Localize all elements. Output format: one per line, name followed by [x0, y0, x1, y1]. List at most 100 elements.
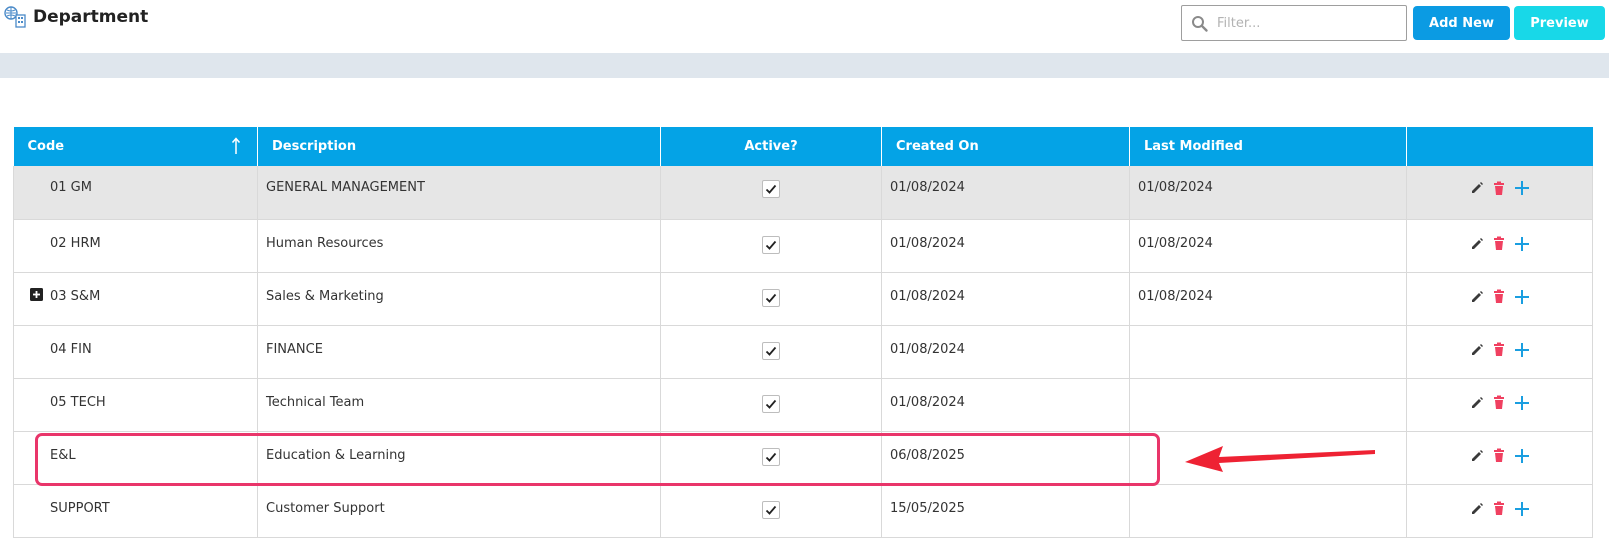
cell-description: GENERAL MANAGEMENT: [257, 166, 661, 220]
cell-last-modified: 01/08/2024: [1129, 166, 1407, 220]
pencil-icon[interactable]: [1470, 502, 1484, 516]
expand-plus-icon[interactable]: [30, 287, 43, 301]
cell-actions: [1406, 431, 1593, 485]
table-row[interactable]: 01 GM GENERAL MANAGEMENT 01/08/2024 01/08/2…: [13, 166, 1593, 220]
filter-input[interactable]: [1215, 7, 1403, 39]
column-header-label: Code: [27, 139, 65, 154]
table-row[interactable]: 02 HRM Human Resources 01/08/2024 01/08/202…: [13, 219, 1593, 273]
table-header-row: Code Description Active? Created On Last…: [13, 127, 1593, 166]
cell-actions: [1406, 378, 1593, 432]
table-row[interactable]: 04 FIN FINANCE 01/08/2024: [13, 325, 1593, 379]
cell-active: [660, 166, 882, 220]
cell-active: [660, 378, 882, 432]
add-new-button[interactable]: Add New: [1413, 6, 1510, 40]
code-text: 05 TECH: [50, 394, 106, 410]
cell-description: Sales & Marketing: [257, 272, 661, 326]
column-header-last-modified[interactable]: Last Modified: [1129, 127, 1407, 166]
plus-icon[interactable]: [1514, 501, 1530, 517]
cell-last-modified: 01/08/2024: [1129, 272, 1407, 326]
page-header: Department Add New Preview: [0, 0, 1609, 53]
column-header-code[interactable]: Code: [13, 127, 258, 166]
column-header-description[interactable]: Description: [257, 127, 661, 166]
pencil-icon[interactable]: [1470, 343, 1484, 357]
code-text: 01 GM: [50, 180, 92, 195]
toolbar-band: [0, 53, 1609, 78]
cell-description: Customer Support: [257, 484, 661, 538]
code-text: 03 S&M: [50, 288, 101, 304]
department-icon: [3, 5, 27, 29]
cell-created-on: 01/08/2024: [881, 272, 1130, 326]
code-text: E&L: [50, 447, 76, 463]
cell-active: [660, 219, 882, 273]
active-checkbox[interactable]: [762, 447, 780, 466]
cell-last-modified: [1129, 378, 1407, 432]
table-row[interactable]: E&L Education & Learning 06/08/2025: [13, 431, 1593, 485]
pencil-icon[interactable]: [1470, 396, 1484, 410]
sort-ascending-icon[interactable]: [231, 137, 241, 155]
trash-icon[interactable]: [1492, 395, 1506, 410]
department-table: Code Description Active? Created On Last…: [13, 127, 1593, 538]
cell-code: 04 FIN: [13, 325, 258, 379]
active-checkbox[interactable]: [762, 235, 780, 254]
cell-active: [660, 272, 882, 326]
cell-description: Technical Team: [257, 378, 661, 432]
trash-icon[interactable]: [1492, 236, 1506, 251]
trash-icon[interactable]: [1492, 501, 1506, 516]
table-row[interactable]: 05 TECH Technical Team 01/08/2024: [13, 378, 1593, 432]
cell-created-on: 15/05/2025: [881, 484, 1130, 538]
cell-code: 03 S&M: [13, 272, 258, 326]
plus-icon[interactable]: [1514, 289, 1530, 305]
pencil-icon[interactable]: [1470, 237, 1484, 251]
trash-icon[interactable]: [1492, 342, 1506, 357]
cell-created-on: 01/08/2024: [881, 325, 1130, 379]
active-checkbox[interactable]: [762, 394, 780, 413]
table-row[interactable]: SUPPORT Customer Support 15/05/2025: [13, 484, 1593, 538]
active-checkbox[interactable]: [762, 180, 780, 198]
cell-active: [660, 431, 882, 485]
cell-code: SUPPORT: [13, 484, 258, 538]
cell-actions: [1406, 272, 1593, 326]
pencil-icon[interactable]: [1470, 449, 1484, 463]
pencil-icon[interactable]: [1470, 290, 1484, 304]
trash-icon[interactable]: [1492, 181, 1506, 196]
cell-actions: [1406, 484, 1593, 538]
plus-icon[interactable]: [1514, 342, 1530, 358]
cell-created-on: 01/08/2024: [881, 219, 1130, 273]
plus-icon[interactable]: [1514, 236, 1530, 252]
active-checkbox[interactable]: [762, 341, 780, 360]
cell-created-on: 01/08/2024: [881, 378, 1130, 432]
cell-code: E&L: [13, 431, 258, 485]
preview-button[interactable]: Preview: [1514, 6, 1605, 40]
cell-active: [660, 484, 882, 538]
plus-icon[interactable]: [1514, 448, 1530, 464]
cell-description: FINANCE: [257, 325, 661, 379]
pencil-icon[interactable]: [1470, 181, 1484, 195]
cell-last-modified: [1129, 431, 1407, 485]
cell-last-modified: [1129, 484, 1407, 538]
plus-icon[interactable]: [1514, 395, 1530, 411]
cell-created-on: 06/08/2025: [881, 431, 1130, 485]
table-row[interactable]: 03 S&M Sales & Marketing 01/08/2024 01/08/2…: [13, 272, 1593, 326]
column-header-actions: [1406, 127, 1593, 166]
code-text: 04 FIN: [50, 341, 92, 357]
cell-actions: [1406, 219, 1593, 273]
plus-icon[interactable]: [1514, 180, 1530, 196]
filter-field[interactable]: [1181, 5, 1407, 41]
cell-code: 02 HRM: [13, 219, 258, 273]
active-checkbox[interactable]: [762, 500, 780, 519]
cell-description: Education & Learning: [257, 431, 661, 485]
cell-last-modified: 01/08/2024: [1129, 219, 1407, 273]
column-header-created-on[interactable]: Created On: [881, 127, 1130, 166]
trash-icon[interactable]: [1492, 448, 1506, 463]
trash-icon[interactable]: [1492, 289, 1506, 304]
page-title: Department: [33, 7, 149, 27]
cell-active: [660, 325, 882, 379]
cell-last-modified: [1129, 325, 1407, 379]
cell-code: 05 TECH: [13, 378, 258, 432]
cell-created-on: 01/08/2024: [881, 166, 1130, 220]
cell-code: 01 GM: [13, 166, 258, 220]
active-checkbox[interactable]: [762, 288, 780, 307]
code-text: 02 HRM: [50, 235, 101, 251]
column-header-active[interactable]: Active?: [660, 127, 882, 166]
cell-actions: [1406, 325, 1593, 379]
